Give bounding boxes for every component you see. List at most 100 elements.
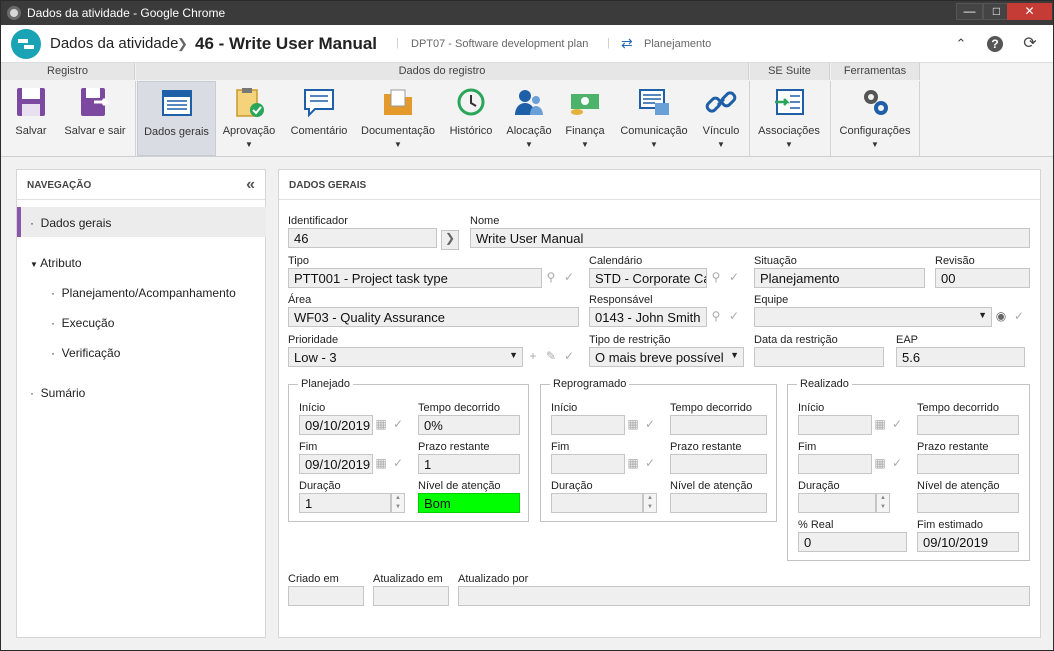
window-title: Dados da atividade - Google Chrome: [27, 6, 226, 20]
tipo-restricao-select[interactable]: O mais breve possível ▼: [589, 347, 744, 367]
search-icon[interactable]: ⚲: [544, 270, 558, 284]
save-exit-button[interactable]: Salvar e sair: [59, 81, 131, 156]
clear-icon[interactable]: ✓: [391, 456, 405, 470]
nav-item-verificacao[interactable]: · Verificação: [51, 346, 120, 360]
navigation-panel: NAVEGAÇÃO « · Dados gerais ▼ Atributo · …: [16, 169, 266, 638]
gears-icon: [864, 90, 888, 115]
prioridade-label: Prioridade: [288, 334, 339, 346]
floppy-icon: [17, 88, 45, 116]
save-button[interactable]: Salvar: [5, 81, 57, 156]
nav-item-atributo[interactable]: ▼ Atributo: [30, 256, 82, 270]
planejado-inicio-field[interactable]: 09/10/2019: [299, 415, 373, 435]
comunicacao-button[interactable]: Comunicação ▼: [615, 81, 693, 156]
comunicacao-label: Comunicação: [620, 125, 688, 137]
help-icon[interactable]: ?: [987, 36, 1003, 52]
documentacao-button[interactable]: Documentação ▼: [357, 81, 439, 156]
planejado-fim-field[interactable]: 09/10/2019: [299, 454, 373, 474]
comentario-button[interactable]: Comentário: [286, 81, 352, 156]
collapse-left-icon[interactable]: «: [246, 176, 255, 194]
edit-icon[interactable]: ✎: [544, 349, 558, 363]
clear-icon[interactable]: ✓: [727, 270, 741, 284]
nav-item-planejamento[interactable]: · Planejamento/Acompanhamento: [51, 286, 236, 300]
clear-icon[interactable]: ✓: [562, 349, 576, 363]
realizado-duracao-field[interactable]: [798, 493, 876, 513]
fim-label: Fim: [551, 441, 570, 453]
prioridade-select[interactable]: Low - 3 ▼: [288, 347, 523, 367]
reprogramado-inicio-field[interactable]: [551, 415, 625, 435]
calendar-icon[interactable]: ▦: [374, 456, 388, 470]
planejado-duracao-field[interactable]: 1: [299, 493, 391, 513]
clear-icon[interactable]: ✓: [1012, 309, 1026, 323]
identificador-label: Identificador: [288, 215, 348, 227]
stepper-icon[interactable]: ▲ ▼: [391, 493, 405, 513]
calendar-icon[interactable]: ▦: [626, 456, 640, 470]
atualizado-em-label: Atualizado em: [373, 573, 443, 585]
nav-item-dados-gerais[interactable]: · Dados gerais: [30, 216, 111, 230]
clear-icon[interactable]: ✓: [890, 456, 904, 470]
realizado-fim-field[interactable]: [798, 454, 872, 474]
equipe-select[interactable]: ▼: [754, 307, 992, 327]
group-ferramentas: Ferramentas: [831, 63, 920, 80]
calendario-label: Calendário: [589, 255, 643, 267]
calendar-icon[interactable]: ▦: [374, 417, 388, 431]
nome-field[interactable]: Write User Manual: [470, 228, 1030, 248]
clear-icon[interactable]: ✓: [562, 270, 576, 284]
stepper-icon[interactable]: ▲ ▼: [643, 493, 657, 513]
area-field[interactable]: WF03 - Quality Assurance: [288, 307, 579, 327]
configuracoes-button[interactable]: Configurações ▼: [834, 81, 916, 156]
clear-icon[interactable]: ✓: [643, 417, 657, 431]
associacoes-button[interactable]: Associações ▼: [753, 81, 825, 156]
calendar-icon[interactable]: ▦: [873, 456, 887, 470]
binoculars-icon[interactable]: ◉: [994, 309, 1008, 323]
calendario-field[interactable]: STD - Corporate Ca: [589, 268, 707, 288]
prioridade-value: Low - 3: [294, 350, 337, 365]
chrome-icon: [7, 6, 21, 20]
associations-icon: [775, 89, 804, 115]
historico-button[interactable]: Histórico: [444, 81, 498, 156]
aprovacao-button[interactable]: Aprovação ▼: [218, 81, 280, 156]
eap-field[interactable]: 5.6: [896, 347, 1025, 367]
eap-label: EAP: [896, 334, 919, 346]
financa-button[interactable]: Finança ▼: [561, 81, 609, 156]
tempo-decorrido-label: Tempo decorrido: [917, 402, 999, 414]
criado-em-field: [288, 586, 364, 606]
chevron-right-icon[interactable]: ❯: [441, 230, 459, 250]
app-logo-icon: [11, 29, 41, 59]
minimize-button[interactable]: —: [956, 3, 983, 20]
tipo-field[interactable]: PTT001 - Project task type: [288, 268, 542, 288]
realizado-inicio-field[interactable]: [798, 415, 872, 435]
nav-item-sumario[interactable]: · Sumário: [30, 386, 85, 400]
collapse-up-icon[interactable]: ⌃: [952, 35, 970, 53]
clear-icon[interactable]: ✓: [643, 456, 657, 470]
calendar-icon[interactable]: ▦: [626, 417, 640, 431]
bullet-icon: ·: [30, 216, 41, 230]
tipo-label: Tipo: [288, 255, 309, 267]
calendar-icon[interactable]: ▦: [873, 417, 887, 431]
reprogramado-fim-field[interactable]: [551, 454, 625, 474]
close-button[interactable]: ✕: [1007, 3, 1052, 20]
clear-icon[interactable]: ✓: [391, 417, 405, 431]
alocacao-button[interactable]: Alocação ▼: [502, 81, 556, 156]
reprogramado-duracao-field[interactable]: [551, 493, 643, 513]
vinculo-button[interactable]: Vínculo ▼: [696, 81, 746, 156]
stepper-icon[interactable]: ▲ ▼: [876, 493, 890, 513]
caret-down-icon: ▼: [30, 260, 41, 269]
search-icon[interactable]: ⚲: [709, 309, 723, 323]
dados-gerais-button[interactable]: Dados gerais: [137, 81, 216, 156]
add-icon[interactable]: +: [526, 349, 540, 363]
identificador-field[interactable]: 46: [288, 228, 437, 248]
clear-icon[interactable]: ✓: [890, 417, 904, 431]
realizado-real-field[interactable]: 0: [798, 532, 907, 552]
maximize-button[interactable]: □: [983, 3, 1010, 20]
planejado-prazo-field: 1: [418, 454, 520, 474]
revisao-field: 00: [935, 268, 1030, 288]
dropdown-arrow-icon: ▼: [525, 140, 533, 149]
title-bar: Dados da atividade - Google Chrome — □ ✕: [1, 1, 1053, 25]
clear-icon[interactable]: ✓: [727, 309, 741, 323]
search-icon[interactable]: ⚲: [709, 270, 723, 284]
planejado-nivel-field: Bom: [418, 493, 520, 513]
nav-item-execucao[interactable]: · Execução: [51, 316, 114, 330]
refresh-icon[interactable]: ⟳: [1021, 35, 1039, 53]
dropdown-arrow-icon: ▼: [717, 140, 725, 149]
responsavel-field[interactable]: 0143 - John Smith: [589, 307, 707, 327]
